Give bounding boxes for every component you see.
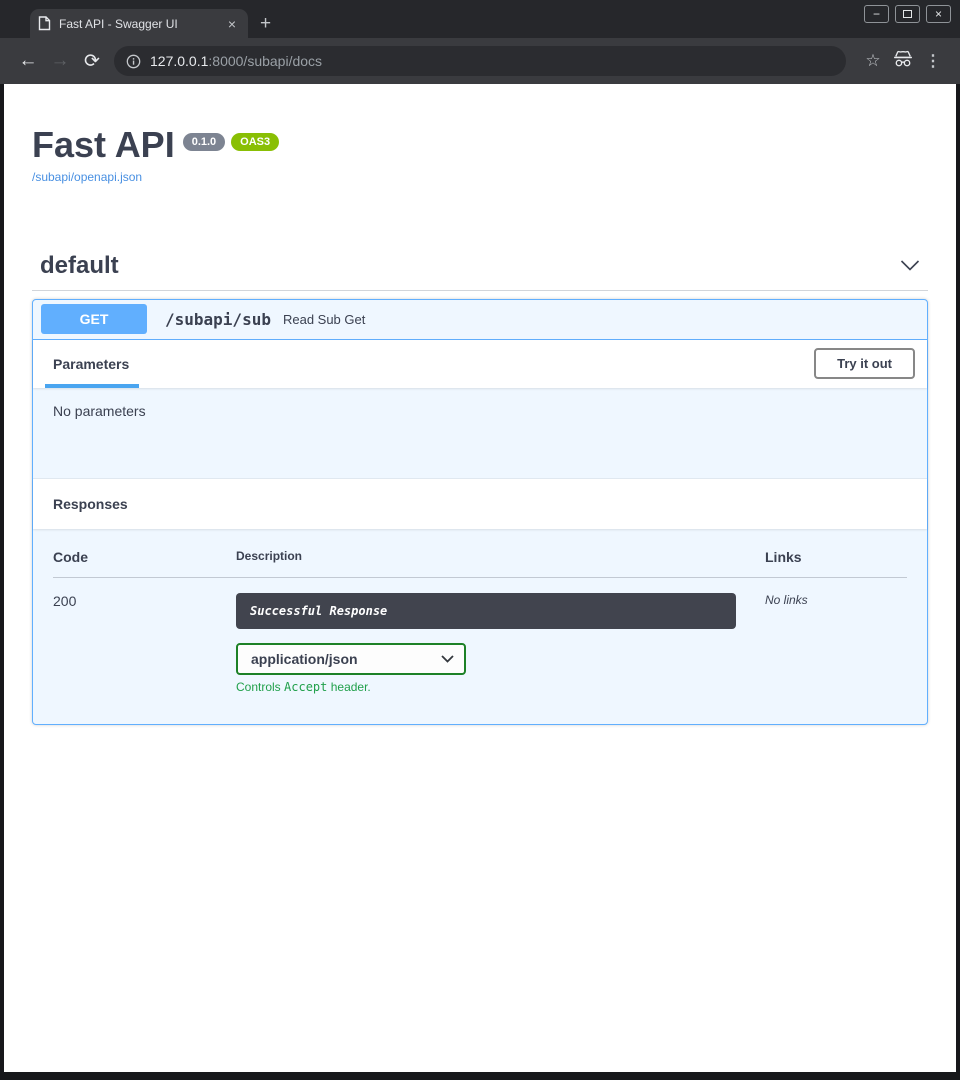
site-info-icon[interactable] [126, 54, 141, 69]
reload-icon[interactable]: ⟳ [76, 50, 108, 73]
back-icon[interactable]: ← [12, 50, 44, 72]
column-header-code: Code [53, 549, 236, 578]
window-controls: − × [864, 5, 951, 23]
operation-summary: Read Sub Get [283, 312, 365, 327]
select-chevron-down-icon [441, 655, 454, 663]
response-description-panel: Successful Response [236, 593, 736, 629]
address-bar[interactable]: 127.0.0.1:8000/subapi/docs [114, 46, 846, 76]
browser-tab[interactable]: Fast API - Swagger UI × [30, 9, 248, 38]
method-get-button[interactable]: GET [41, 304, 147, 334]
browser-toolbar: ← → ⟳ 127.0.0.1:8000/subapi/docs ☆ ⋮ [0, 38, 960, 84]
oas3-badge: OAS3 [231, 133, 279, 151]
incognito-icon [888, 50, 918, 73]
responses-header: Responses [33, 479, 927, 529]
accept-code-text: Accept [284, 680, 327, 694]
browser-titlebar: Fast API - Swagger UI × + − × [0, 0, 960, 38]
response-code: 200 [53, 578, 236, 694]
tab-parameters[interactable]: Parameters [45, 340, 139, 388]
tag-name: default [40, 252, 119, 280]
response-links: No links [765, 578, 907, 694]
tag-section-default: default GET /subapi/sub Read Sub Get Par… [32, 244, 928, 725]
column-header-description: Description [236, 549, 765, 578]
operation-path: /subapi/sub [165, 310, 271, 329]
try-it-out-button[interactable]: Try it out [814, 348, 915, 379]
no-parameters-text: No parameters [53, 403, 146, 419]
responses-heading: Responses [53, 496, 128, 512]
responses-body: Code Description Links 200 Successful Re… [33, 529, 927, 724]
url-path: :8000/subapi/docs [208, 53, 322, 69]
opblock-get-subapi-sub: GET /subapi/sub Read Sub Get Parameters … [32, 299, 928, 725]
new-tab-button[interactable]: + [260, 14, 271, 33]
active-tab-indicator [45, 384, 139, 388]
api-info: Fast API 0.1.0 OAS3 /subapi/openapi.json [32, 126, 928, 186]
column-header-links: Links [765, 549, 907, 578]
parameters-body: No parameters [33, 388, 927, 479]
parameters-header: Parameters Try it out [33, 340, 927, 388]
accept-header-note: Controls Accept header. [236, 680, 765, 694]
tab-title: Fast API - Swagger UI [59, 17, 224, 31]
page-favicon-icon [38, 16, 51, 31]
chevron-down-icon[interactable] [900, 260, 920, 271]
response-description-cell: Successful Response application/json Con… [236, 578, 765, 694]
version-badge: 0.1.0 [183, 133, 225, 151]
responses-table: Code Description Links 200 Successful Re… [53, 549, 907, 694]
maximize-icon [903, 10, 912, 18]
browser-menu-icon[interactable]: ⋮ [918, 51, 948, 71]
close-window-button[interactable]: × [926, 5, 951, 23]
bookmark-star-icon[interactable]: ☆ [858, 51, 888, 71]
forward-icon[interactable]: → [44, 50, 76, 72]
openapi-spec-link[interactable]: /subapi/openapi.json [32, 170, 142, 184]
page-title: Fast API [32, 126, 175, 164]
minimize-button[interactable]: − [864, 5, 889, 23]
media-type-select[interactable]: application/json [236, 643, 466, 675]
tag-header[interactable]: default [32, 244, 928, 291]
maximize-button[interactable] [895, 5, 920, 23]
page-content: Fast API 0.1.0 OAS3 /subapi/openapi.json… [4, 84, 956, 1072]
url-host: 127.0.0.1 [150, 53, 208, 69]
tab-close-icon[interactable]: × [224, 16, 240, 32]
media-type-value: application/json [251, 651, 358, 667]
opblock-summary[interactable]: GET /subapi/sub Read Sub Get [33, 300, 927, 340]
